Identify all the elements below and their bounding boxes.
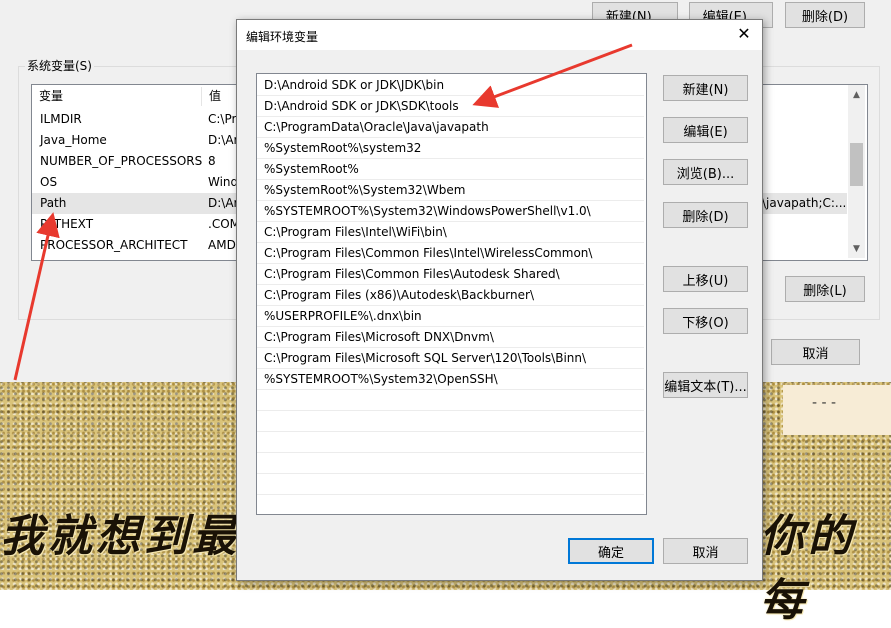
annotation-arrow-path — [13, 212, 60, 381]
annotation-arrows — [13, 43, 633, 381]
annotation-arrow-tools — [472, 43, 633, 108]
